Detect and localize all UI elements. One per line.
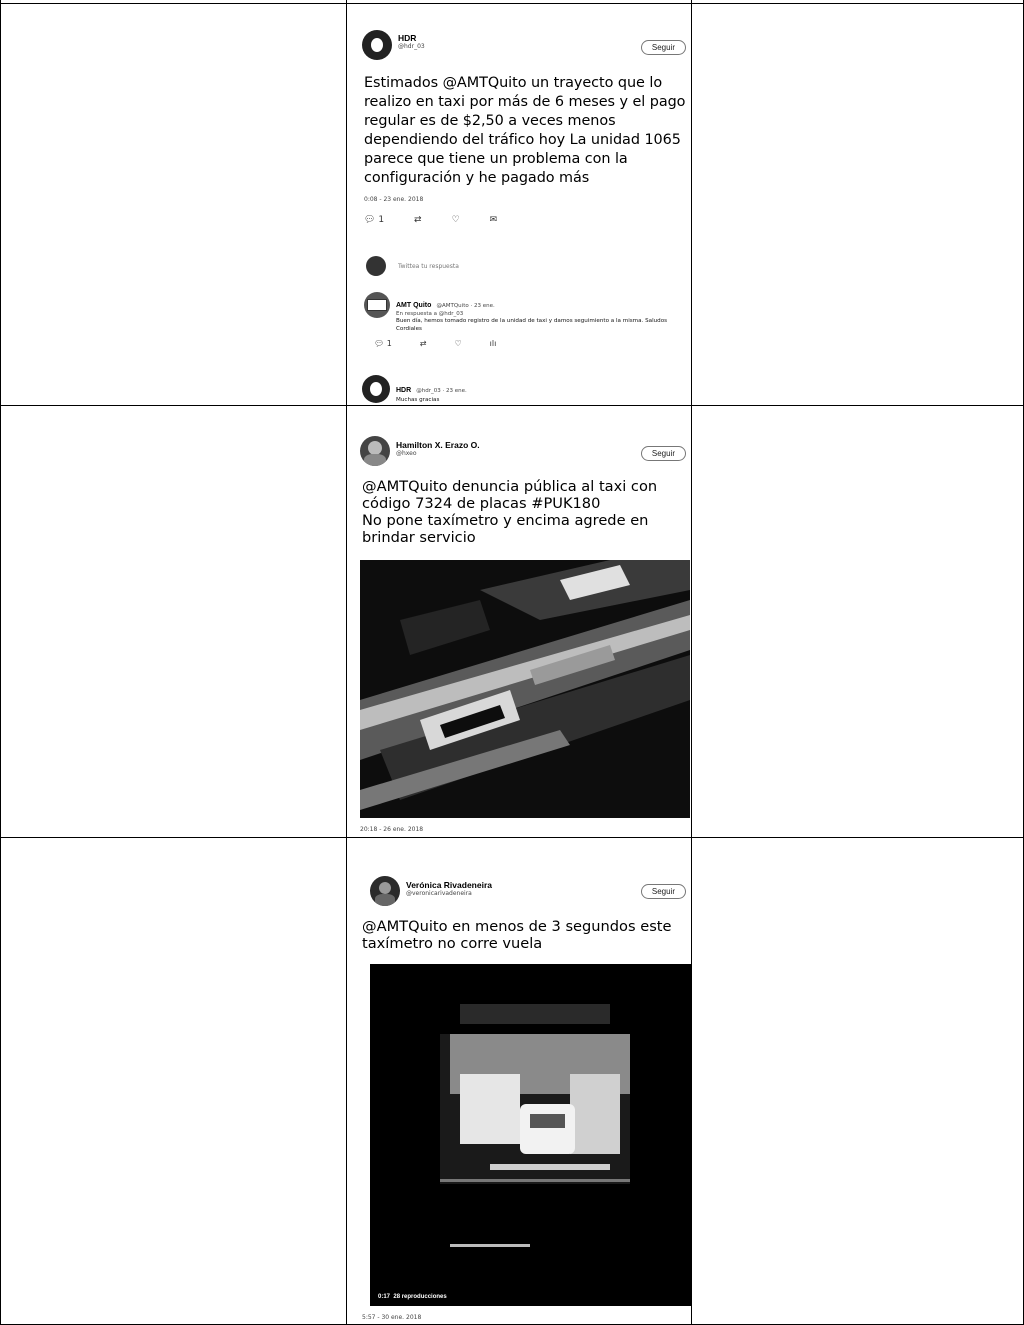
tweet-card: HDR @hdr_03 Seguir Estimados @AMTQuito u… <box>348 22 692 404</box>
avatar[interactable] <box>370 876 400 906</box>
row-divider <box>0 405 1024 406</box>
author-handle[interactable]: @veronicarivadeneira <box>406 890 492 897</box>
reply-count: 1 <box>378 215 385 225</box>
video-duration: 0:17 <box>378 1294 391 1300</box>
reply-meta[interactable]: @hdr_03 · 23 ene. <box>416 388 466 394</box>
row-divider <box>0 837 1024 838</box>
author-handle[interactable]: @hdr_03 <box>398 43 425 50</box>
tweet-card: Verónica Rivadeneira @veronicarivadeneir… <box>348 870 692 1324</box>
reply-icon: 💬︎ <box>364 215 376 225</box>
reply-action[interactable]: 💬︎ 1 <box>364 215 384 225</box>
reply-text: Buen día, hemos tomado registro de la un… <box>396 318 668 332</box>
follow-button[interactable]: Seguir <box>640 40 686 55</box>
tweet-text-line: brindar servicio <box>362 529 476 546</box>
tweet-card: Hamilton X. Erazo O. @hxeo Seguir @AMTQu… <box>348 430 692 836</box>
tweet-text-line: taxímetro no corre vuela <box>362 935 543 952</box>
reply-item: AMT Quito @AMTQuito · 23 ene. En respues… <box>364 292 690 348</box>
reply-meta[interactable]: @AMTQuito · 23 ene. <box>436 303 494 309</box>
own-avatar <box>366 256 386 276</box>
like-icon[interactable]: ♡ <box>452 215 460 225</box>
author-name[interactable]: Verónica Rivadeneira <box>406 880 492 890</box>
tweet-timestamp[interactable]: 0:08 - 23 ene. 2018 <box>364 196 423 203</box>
tweet-timestamp[interactable]: 5:57 - 30 ene. 2018 <box>362 1314 421 1321</box>
reply-icon: 💬︎ <box>374 339 385 348</box>
reply-author[interactable]: HDR <box>396 387 411 394</box>
reply-count: 1 <box>386 339 392 348</box>
tweet-text-line: @AMTQuito en menos de 3 segundos este <box>362 918 672 935</box>
author-name[interactable]: Hamilton X. Erazo O. <box>396 440 480 450</box>
stats-icon[interactable]: ılı <box>490 339 497 348</box>
retweet-icon[interactable]: ⇄ <box>414 215 422 225</box>
column-divider <box>346 0 347 1325</box>
tweet-text-line: código 7324 de placas #PUK180 <box>362 495 601 512</box>
follow-button[interactable]: Seguir <box>640 884 686 899</box>
table-border-left <box>0 0 1 1325</box>
like-icon[interactable]: ♡ <box>455 339 462 348</box>
video-views: 28 reproducciones <box>393 1294 447 1300</box>
reply-author[interactable]: AMT Quito <box>396 302 431 309</box>
taxi-photo-image <box>360 560 690 818</box>
retweet-icon[interactable]: ⇄ <box>420 339 427 348</box>
avatar[interactable] <box>362 375 390 403</box>
reply-input[interactable]: Twittea tu respuesta <box>398 263 459 270</box>
message-icon[interactable]: ✉ <box>490 215 498 225</box>
tweet-photo[interactable] <box>360 560 690 818</box>
reply-item: HDR @hdr_03 · 23 ene. Muchas gracias <box>362 375 467 404</box>
table-border-top <box>0 3 1024 4</box>
tweet-video[interactable]: 0:17 28 reproducciones <box>370 964 692 1306</box>
taxi-video-frame <box>370 964 692 1306</box>
tweet-text-line: @AMTQuito denuncia pública al taxi con <box>362 478 658 495</box>
tweet-text: Estimados @AMTQuito un trayecto que lo r… <box>364 75 686 186</box>
tweet-text-line: No pone taxímetro y encima agrede en <box>362 512 649 529</box>
avatar[interactable] <box>362 30 392 60</box>
follow-button[interactable]: Seguir <box>640 446 686 461</box>
avatar[interactable] <box>360 436 390 466</box>
avatar[interactable] <box>364 292 390 318</box>
author-handle[interactable]: @hxeo <box>396 450 480 457</box>
tweet-timestamp[interactable]: 20:18 - 26 ene. 2018 <box>360 826 423 833</box>
reply-text: Muchas gracias <box>396 397 440 403</box>
author-name[interactable]: HDR <box>398 33 425 43</box>
reply-action[interactable]: 💬︎ 1 <box>374 339 392 348</box>
video-info: 0:17 28 reproducciones <box>378 1294 447 1300</box>
